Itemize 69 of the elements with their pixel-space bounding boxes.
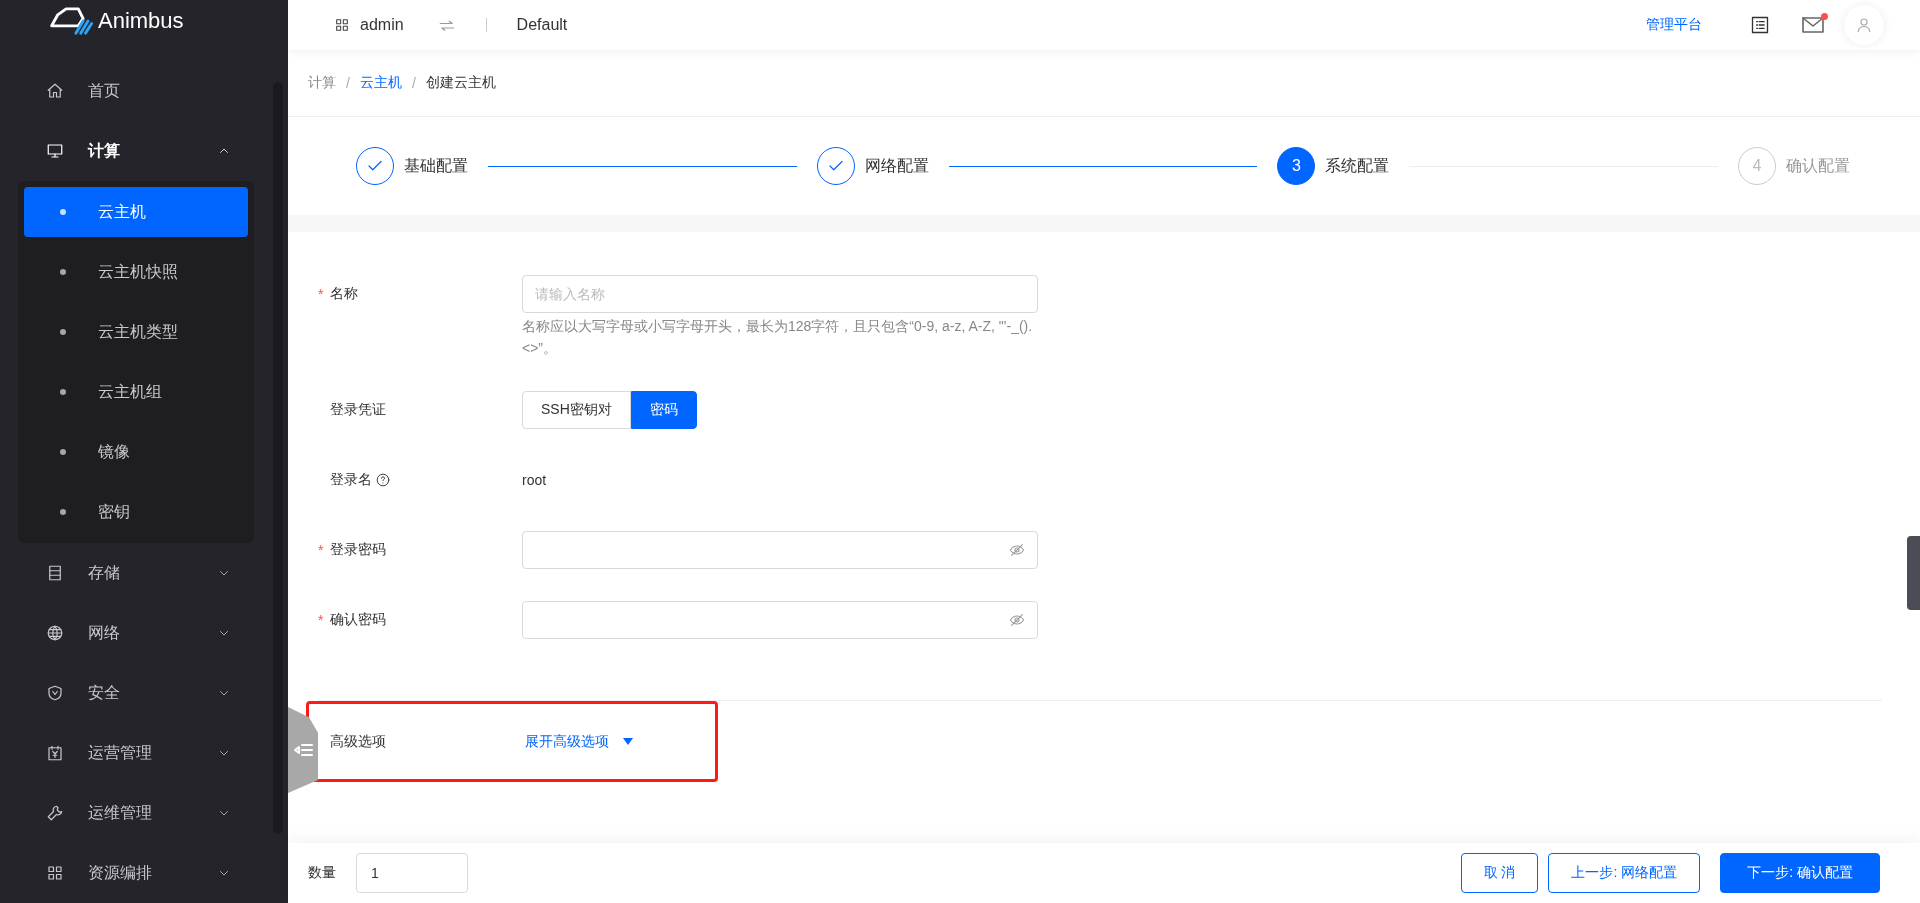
submenu-item[interactable]: 镜像 xyxy=(24,427,248,477)
step-label: 网络配置 xyxy=(864,155,929,176)
sidebar-item[interactable]: 运营管理 xyxy=(0,723,288,783)
sidebar-item[interactable]: 安全 xyxy=(0,663,288,723)
user-icon xyxy=(1855,16,1873,34)
password-input[interactable] xyxy=(522,531,1038,569)
monitor-icon xyxy=(46,142,64,160)
logo-text: Animbus xyxy=(98,7,184,34)
grid-icon xyxy=(46,864,64,882)
field-label: 确认密码 xyxy=(330,611,386,629)
password-input[interactable] xyxy=(522,601,1038,639)
eye-off-icon xyxy=(1009,542,1025,558)
required-mark: * xyxy=(318,542,325,558)
segment-option[interactable]: 密码 xyxy=(630,391,697,429)
field-label: 登录凭证 xyxy=(330,401,386,419)
next-button[interactable]: 下一步: 确认配置 xyxy=(1720,853,1880,893)
caret-down-icon xyxy=(623,738,633,745)
avatar[interactable] xyxy=(1844,5,1884,45)
help-text: 名称应以大写字母或小写字母开头，最长为128字符，且只包含“0-9, a-z, A-Z, "'-_().<>”。 xyxy=(522,317,1034,358)
step-label: 系统配置 xyxy=(1325,155,1390,176)
secondary-button[interactable]: 取 消 xyxy=(1460,853,1539,893)
step-label: 基础配置 xyxy=(404,155,468,176)
shield-icon xyxy=(46,684,64,702)
mail-icon xyxy=(1802,17,1824,33)
user-name: admin xyxy=(360,16,404,34)
field-label: 登录名 xyxy=(330,471,372,489)
field-label: 高级选项 xyxy=(329,732,387,751)
submenu-item[interactable]: 云主机快照 xyxy=(24,247,248,297)
sidebar-item[interactable]: 首页 xyxy=(0,61,288,121)
field-label: 名称 xyxy=(330,285,358,303)
submenu-item[interactable]: 云主机 xyxy=(24,187,248,237)
wrench-icon xyxy=(46,804,64,822)
field-label: 登录密码 xyxy=(330,541,386,559)
grid-icon xyxy=(334,17,350,33)
step-label: 确认配置 xyxy=(1786,155,1850,176)
segment-option[interactable]: SSH密钥对 xyxy=(522,391,631,429)
quantity-label: 数量 xyxy=(308,864,336,882)
field-value: root xyxy=(522,472,547,488)
breadcrumb-item: 计算 xyxy=(308,74,336,92)
side-handle[interactable] xyxy=(1907,536,1920,610)
breadcrumb-separator: / xyxy=(346,75,350,91)
sidebar-item[interactable]: 运维管理 xyxy=(0,783,288,843)
globe-icon xyxy=(46,624,64,642)
breadcrumb-separator: / xyxy=(411,75,416,91)
storage-icon xyxy=(46,564,64,582)
swap-icon xyxy=(437,18,456,32)
name-input[interactable]: 请输入名称 xyxy=(522,275,1038,313)
submenu-item[interactable]: 云主机类型 xyxy=(24,307,248,357)
secondary-button[interactable]: 上一步: 网络配置 xyxy=(1548,853,1701,893)
required-mark: * xyxy=(318,286,325,302)
required-mark: * xyxy=(318,612,325,628)
quantity-input[interactable]: 1 xyxy=(356,853,468,893)
breadcrumb-item: 创建云主机 xyxy=(425,74,496,92)
breadcrumb-link[interactable]: 云主机 xyxy=(359,74,402,92)
calendar-icon xyxy=(46,744,64,762)
sidebar-item[interactable]: 计算 xyxy=(0,121,288,181)
project-name: Default xyxy=(516,16,568,34)
submenu-item[interactable]: 密钥 xyxy=(24,487,248,537)
eye-off-icon xyxy=(1009,612,1025,628)
sidebar-item[interactable]: 资源编排 xyxy=(0,843,288,903)
list-icon xyxy=(1750,15,1770,35)
expand-advanced-link[interactable]: 展开高级选项 xyxy=(525,732,633,751)
sidebar-item[interactable]: 存储 xyxy=(0,543,288,603)
sidebar-item[interactable]: 网络 xyxy=(0,603,288,663)
step-indicator: 3 xyxy=(1277,147,1316,185)
submenu-item[interactable]: 云主机组 xyxy=(24,367,248,417)
admin-platform-link[interactable]: 管理平台 xyxy=(1646,16,1702,34)
menu-collapse-icon xyxy=(293,742,313,758)
home-icon xyxy=(46,82,64,100)
